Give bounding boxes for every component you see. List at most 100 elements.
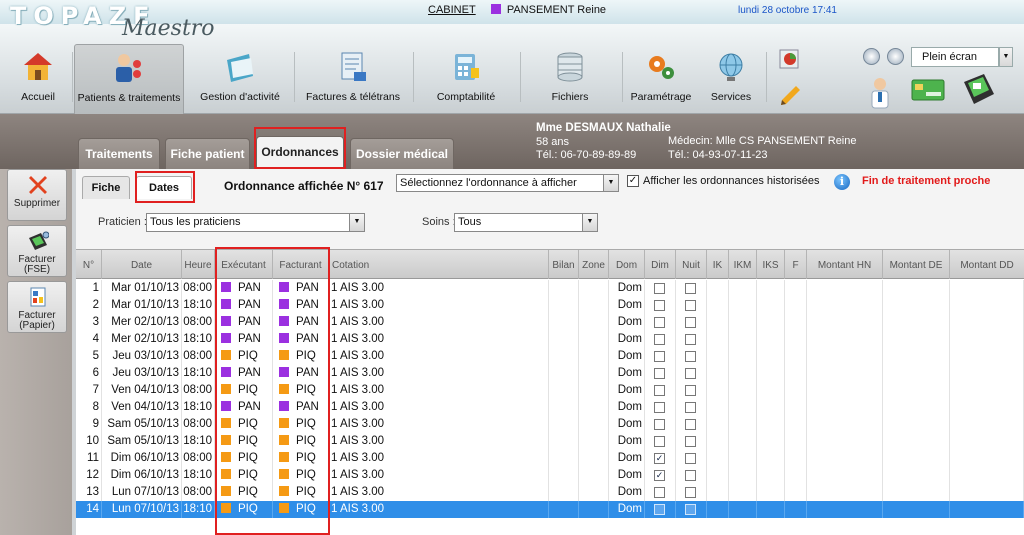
toolbar-parametrage-button[interactable]: Paramétrage [626, 44, 696, 114]
dim-checkbox[interactable] [654, 385, 665, 396]
dim-checkbox[interactable] [654, 334, 665, 345]
col-header-heure[interactable]: Heure [182, 250, 215, 280]
card-reader-icon[interactable] [958, 70, 998, 108]
dim-checkbox[interactable]: ✓ [654, 470, 665, 481]
col-header-executant[interactable]: Exécutant [215, 250, 273, 280]
table-row[interactable]: 8 Ven 04/10/13 18:10 PAN PAN 1 AIS 3.00 Dom [76, 399, 1024, 416]
nuit-checkbox[interactable] [685, 436, 696, 447]
toolbar-comptabilite-button[interactable]: Comptabilité [416, 44, 516, 114]
table-row[interactable]: 10 Sam 05/10/13 18:10 PIQ PIQ 1 AIS 3.00 Dom [76, 433, 1024, 450]
toolbar-patients-button[interactable]: Patients & traitements [74, 44, 184, 114]
fullscreen-select[interactable]: Plein écran [911, 47, 999, 67]
col-header-montant-hn[interactable]: Montant HN [807, 250, 883, 280]
cell-fact: PAN [273, 280, 329, 297]
nuit-checkbox[interactable] [685, 351, 696, 362]
col-header-ik[interactable]: IK [707, 250, 729, 280]
nuit-checkbox[interactable] [685, 487, 696, 498]
col-header-bilan[interactable]: Bilan [549, 250, 579, 280]
col-header-cotation[interactable]: Cotation [329, 250, 549, 280]
back-round-button[interactable] [863, 48, 880, 65]
col-header-zone[interactable]: Zone [579, 250, 609, 280]
tab-fiche-patient[interactable]: Fiche patient [165, 138, 250, 169]
dim-checkbox[interactable]: ✓ [654, 453, 665, 464]
table-row[interactable]: 2 Mar 01/10/13 18:10 PAN PAN 1 AIS 3.00 Dom [76, 297, 1024, 314]
table-row[interactable]: 13 Lun 07/10/13 08:00 PIQ PIQ 1 AIS 3.00 Dom [76, 484, 1024, 501]
chevron-down-icon[interactable]: ▼ [349, 214, 364, 231]
toolbar-fichiers-button[interactable]: Fichiers [532, 44, 608, 114]
chevron-down-icon[interactable]: ▼ [999, 47, 1013, 67]
cabinet-link[interactable]: CABINET [428, 4, 476, 16]
col-header-f[interactable]: F [785, 250, 807, 280]
nuit-checkbox[interactable] [685, 402, 696, 413]
toolbar-services-button[interactable]: Services [700, 44, 762, 114]
tab-traitements[interactable]: Traitements [78, 138, 160, 169]
dim-checkbox[interactable] [654, 504, 665, 515]
logo-sub-text: Maestro [122, 16, 215, 41]
dim-checkbox[interactable] [654, 300, 665, 311]
ordonnance-select[interactable]: Sélectionnez l'ordonnance à afficher ▼ [396, 174, 619, 192]
delete-button[interactable]: Supprimer [7, 169, 67, 221]
nuit-checkbox[interactable] [685, 504, 696, 515]
table-row[interactable]: 1 Mar 01/10/13 08:00 PAN PAN 1 AIS 3.00 Dom [76, 280, 1024, 297]
nuit-checkbox[interactable] [685, 419, 696, 430]
table-row[interactable]: 12 Dim 06/10/13 18:10 PIQ PIQ 1 AIS 3.00 Dom ✓ [76, 467, 1024, 484]
col-header-ikm[interactable]: IKM [729, 250, 757, 280]
doctor-icon[interactable] [867, 76, 893, 110]
col-header-iks[interactable]: IKS [757, 250, 785, 280]
chevron-down-icon[interactable]: ▼ [582, 214, 597, 231]
col-header-facturant[interactable]: Facturant [273, 250, 329, 280]
table-row[interactable]: 7 Ven 04/10/13 08:00 PIQ PIQ 1 AIS 3.00 Dom [76, 382, 1024, 399]
col-header-dim[interactable]: Dim [645, 250, 676, 280]
dim-checkbox[interactable] [654, 351, 665, 362]
table-row[interactable]: 9 Sam 05/10/13 08:00 PIQ PIQ 1 AIS 3.00 Dom [76, 416, 1024, 433]
table-row[interactable]: 5 Jeu 03/10/13 08:00 PIQ PIQ 1 AIS 3.00 Dom [76, 348, 1024, 365]
dim-checkbox[interactable] [654, 402, 665, 413]
col-header-dom[interactable]: Dom [609, 250, 645, 280]
dim-checkbox[interactable] [654, 283, 665, 294]
table-row[interactable]: 3 Mer 02/10/13 08:00 PAN PAN 1 AIS 3.00 Dom [76, 314, 1024, 331]
subtab-fiche[interactable]: Fiche [82, 176, 130, 199]
praticien-color-square [279, 333, 289, 343]
praticien-select[interactable]: Tous les praticiens ▼ [146, 213, 365, 232]
chevron-down-icon[interactable]: ▼ [603, 175, 618, 191]
nuit-checkbox[interactable] [685, 300, 696, 311]
forward-round-button[interactable] [887, 48, 904, 65]
chart-report-icon[interactable] [778, 46, 804, 72]
nuit-checkbox[interactable] [685, 470, 696, 481]
col-header-n[interactable]: N° [76, 250, 102, 280]
toolbar-accueil-button[interactable]: Accueil [8, 44, 68, 114]
nuit-checkbox[interactable] [685, 368, 696, 379]
col-header-montant-de[interactable]: Montant DE [883, 250, 950, 280]
table-row[interactable]: 11 Dim 06/10/13 08:00 PIQ PIQ 1 AIS 3.00 Dom ✓ [76, 450, 1024, 467]
cell-date: Jeu 03/10/13 [102, 365, 182, 382]
cell-date: Mar 01/10/13 [102, 280, 182, 297]
col-header-date[interactable]: Date [102, 250, 182, 280]
nuit-checkbox[interactable] [685, 283, 696, 294]
tab-ordonnances[interactable]: Ordonnances [256, 136, 344, 169]
subtab-dates[interactable]: Dates [136, 176, 192, 199]
nuit-checkbox[interactable] [685, 334, 696, 345]
col-header-nuit[interactable]: Nuit [676, 250, 707, 280]
nuit-checkbox[interactable] [685, 453, 696, 464]
pencil-icon[interactable] [778, 82, 804, 106]
dim-checkbox[interactable] [654, 368, 665, 379]
vitale-card-icon[interactable] [910, 76, 946, 104]
nuit-checkbox[interactable] [685, 385, 696, 396]
dim-checkbox[interactable] [654, 436, 665, 447]
col-header-montant-dd[interactable]: Montant DD [950, 250, 1024, 280]
table-row[interactable]: 4 Mer 02/10/13 18:10 PAN PAN 1 AIS 3.00 Dom [76, 331, 1024, 348]
tab-dossier-medical[interactable]: Dossier médical [350, 138, 454, 169]
dim-checkbox[interactable] [654, 419, 665, 430]
nuit-checkbox[interactable] [685, 317, 696, 328]
info-icon[interactable]: i [834, 174, 850, 190]
toolbar-gestion-button[interactable]: Gestion d'activité [190, 44, 290, 114]
bill-paper-button[interactable]: Facturer (Papier) [7, 281, 67, 333]
history-checkbox[interactable]: ✓ [627, 175, 639, 187]
soins-select[interactable]: Tous ▼ [454, 213, 598, 232]
dim-checkbox[interactable] [654, 317, 665, 328]
bill-fse-button[interactable]: Facturer (FSE) [7, 225, 67, 277]
dim-checkbox[interactable] [654, 487, 665, 498]
table-row[interactable]: 14 Lun 07/10/13 18:10 PIQ PIQ 1 AIS 3.00 Dom [76, 501, 1024, 518]
table-row[interactable]: 6 Jeu 03/10/13 18:10 PAN PAN 1 AIS 3.00 Dom [76, 365, 1024, 382]
toolbar-factures-button[interactable]: Factures & télétrans [298, 44, 408, 114]
